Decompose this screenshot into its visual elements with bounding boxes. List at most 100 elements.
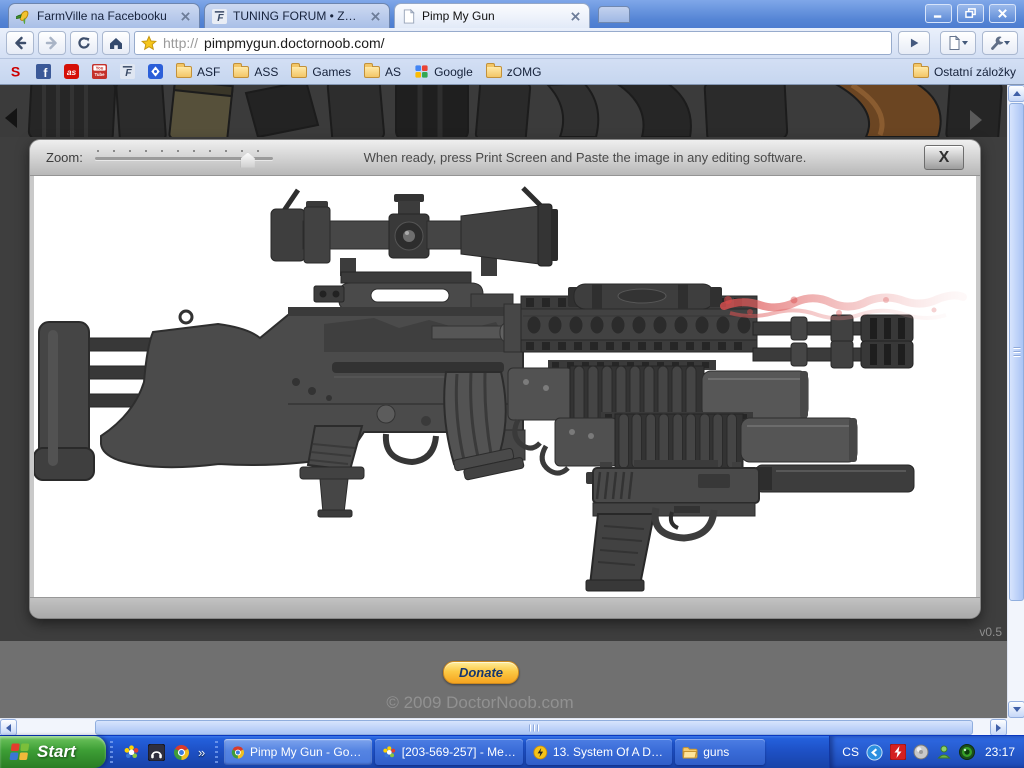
- bookmark-google[interactable]: Google: [414, 64, 473, 79]
- tab-close-icon[interactable]: [568, 9, 582, 23]
- chrome-quicklaunch-icon[interactable]: [173, 744, 190, 761]
- facebook-icon: f: [36, 64, 51, 79]
- bookmark-label: zOMG: [507, 65, 542, 79]
- bookmark-tuning-forum[interactable]: F: [120, 64, 135, 79]
- bookmarks-bar: S f as You Tube: [0, 59, 1024, 85]
- print-screen-dialog: Zoom: When ready, press Print Screen and…: [30, 140, 980, 618]
- blue-app-icon: [148, 64, 163, 79]
- gray-orb-tray-icon[interactable]: [913, 744, 929, 760]
- other-bookmarks-label: Ostatní záložky: [934, 65, 1016, 79]
- icq-quicklaunch-icon[interactable]: [123, 744, 140, 761]
- tab-title: TUNING FORUM • Zobrazit ...: [233, 9, 362, 23]
- version-label: v0.5: [979, 625, 1002, 639]
- gun-scope: [271, 194, 558, 276]
- donate-button[interactable]: Donate: [443, 661, 519, 684]
- restore-button[interactable]: [957, 4, 984, 23]
- bookmark-folder-zomg[interactable]: zOMG: [486, 65, 542, 79]
- bookmark-label: ASF: [197, 65, 220, 79]
- scroll-down-button[interactable]: [1008, 701, 1024, 718]
- new-tab-button[interactable]: [598, 6, 630, 23]
- bookmark-folder-games[interactable]: Games: [291, 65, 351, 79]
- svg-text:as: as: [67, 67, 77, 77]
- scroll-right-button[interactable]: [990, 719, 1007, 736]
- go-button[interactable]: [898, 31, 930, 55]
- taskbar: Start »: [0, 735, 1024, 768]
- taskbar-divider[interactable]: [110, 741, 113, 763]
- system-tray: CS 23:1: [829, 736, 1024, 768]
- bookmark-blue-app[interactable]: [148, 64, 163, 79]
- zoom-label: Zoom:: [46, 150, 83, 165]
- scroll-up-button[interactable]: [1008, 85, 1024, 102]
- palette-right-arrow[interactable]: [969, 109, 983, 131]
- youtube-icon: You Tube: [92, 64, 107, 79]
- page-menu-button[interactable]: [940, 31, 976, 55]
- bookmark-lastfm[interactable]: as: [64, 64, 79, 79]
- task-pimp-my-gun[interactable]: Pimp My Gun - Googl...: [224, 739, 372, 765]
- task-messenger[interactable]: [203-569-257] - Mes...: [375, 739, 523, 765]
- tab-tuning-forum[interactable]: F TUNING FORUM • Zobrazit ...: [204, 3, 390, 28]
- quick-launch: »: [117, 736, 211, 768]
- tab-farmville[interactable]: FarmVille na Facebooku: [8, 3, 200, 28]
- chrome-icon: [231, 745, 245, 760]
- bookmark-youtube[interactable]: You Tube: [92, 64, 107, 79]
- back-button[interactable]: [6, 31, 34, 55]
- copyright-text: © 2009 DoctorNoob.com: [0, 693, 960, 713]
- reload-button[interactable]: [70, 31, 98, 55]
- tools-menu-button[interactable]: [982, 31, 1018, 55]
- other-bookmarks[interactable]: Ostatní záložky: [913, 65, 1016, 79]
- minimize-button[interactable]: [925, 4, 952, 23]
- vertical-scroll-thumb[interactable]: [1009, 103, 1024, 601]
- gun-parts-palette[interactable]: [0, 85, 1007, 137]
- taskbar-clock[interactable]: 23:17: [985, 745, 1015, 759]
- tab-close-icon[interactable]: [368, 9, 382, 23]
- vertical-scrollbar[interactable]: [1007, 85, 1024, 718]
- bookmark-seznam[interactable]: S: [8, 64, 23, 79]
- tab-pimp-my-gun[interactable]: Pimp My Gun: [394, 3, 590, 28]
- task-guns-folder[interactable]: guns: [675, 739, 765, 765]
- bookmark-label: ASS: [254, 65, 278, 79]
- zoom-slider[interactable]: [95, 147, 273, 169]
- close-button[interactable]: [989, 4, 1016, 23]
- folder-icon: [364, 66, 380, 78]
- slider-ticks: [97, 150, 271, 152]
- headphones-icon[interactable]: [148, 744, 165, 761]
- bookmark-facebook[interactable]: f: [36, 64, 51, 79]
- dialog-close-button[interactable]: X: [924, 145, 964, 170]
- pistol: [586, 460, 759, 591]
- taskbar-divider[interactable]: [215, 741, 218, 763]
- language-indicator[interactable]: CS: [842, 745, 859, 759]
- gun-canvas[interactable]: [34, 176, 976, 597]
- bookmark-folder-ass[interactable]: ASS: [233, 65, 278, 79]
- home-button[interactable]: [102, 31, 130, 55]
- window-controls: [925, 4, 1016, 23]
- bookmark-folder-asf[interactable]: ASF: [176, 65, 220, 79]
- gun-image: [34, 176, 976, 597]
- palette-left-arrow[interactable]: [4, 107, 18, 129]
- horizontal-scrollbar[interactable]: [0, 718, 1007, 735]
- bookmark-star-icon[interactable]: [141, 35, 157, 51]
- svg-text:F: F: [125, 68, 132, 79]
- winamp-icon: [533, 745, 548, 760]
- task-winamp[interactable]: 13. System Of A Do...: [526, 739, 672, 765]
- folder-icon: [176, 66, 192, 78]
- browser-toolbar: http://pimpmygun.doctornoob.com/: [0, 28, 1024, 59]
- start-label: Start: [37, 742, 76, 762]
- svg-text:S: S: [11, 64, 20, 79]
- hide-icons-icon[interactable]: [866, 744, 883, 761]
- svg-text:You: You: [96, 66, 104, 71]
- slider-thumb[interactable]: [241, 153, 255, 168]
- plus-icon: [609, 9, 620, 20]
- quicklaunch-overflow-chevron[interactable]: »: [198, 745, 205, 760]
- green-eye-tray-icon[interactable]: [959, 744, 975, 760]
- address-bar[interactable]: http://pimpmygun.doctornoob.com/: [134, 31, 892, 55]
- red-app-tray-icon[interactable]: [890, 744, 906, 760]
- tab-close-icon[interactable]: [178, 9, 192, 23]
- bookmark-label: AS: [385, 65, 401, 79]
- horizontal-scroll-thumb[interactable]: [95, 720, 973, 735]
- start-button[interactable]: Start: [0, 736, 106, 768]
- bookmark-folder-as[interactable]: AS: [364, 65, 401, 79]
- icq-status-tray-icon[interactable]: [936, 744, 952, 760]
- forward-button[interactable]: [38, 31, 66, 55]
- page-favicon: [402, 9, 416, 24]
- scroll-left-button[interactable]: [0, 719, 17, 736]
